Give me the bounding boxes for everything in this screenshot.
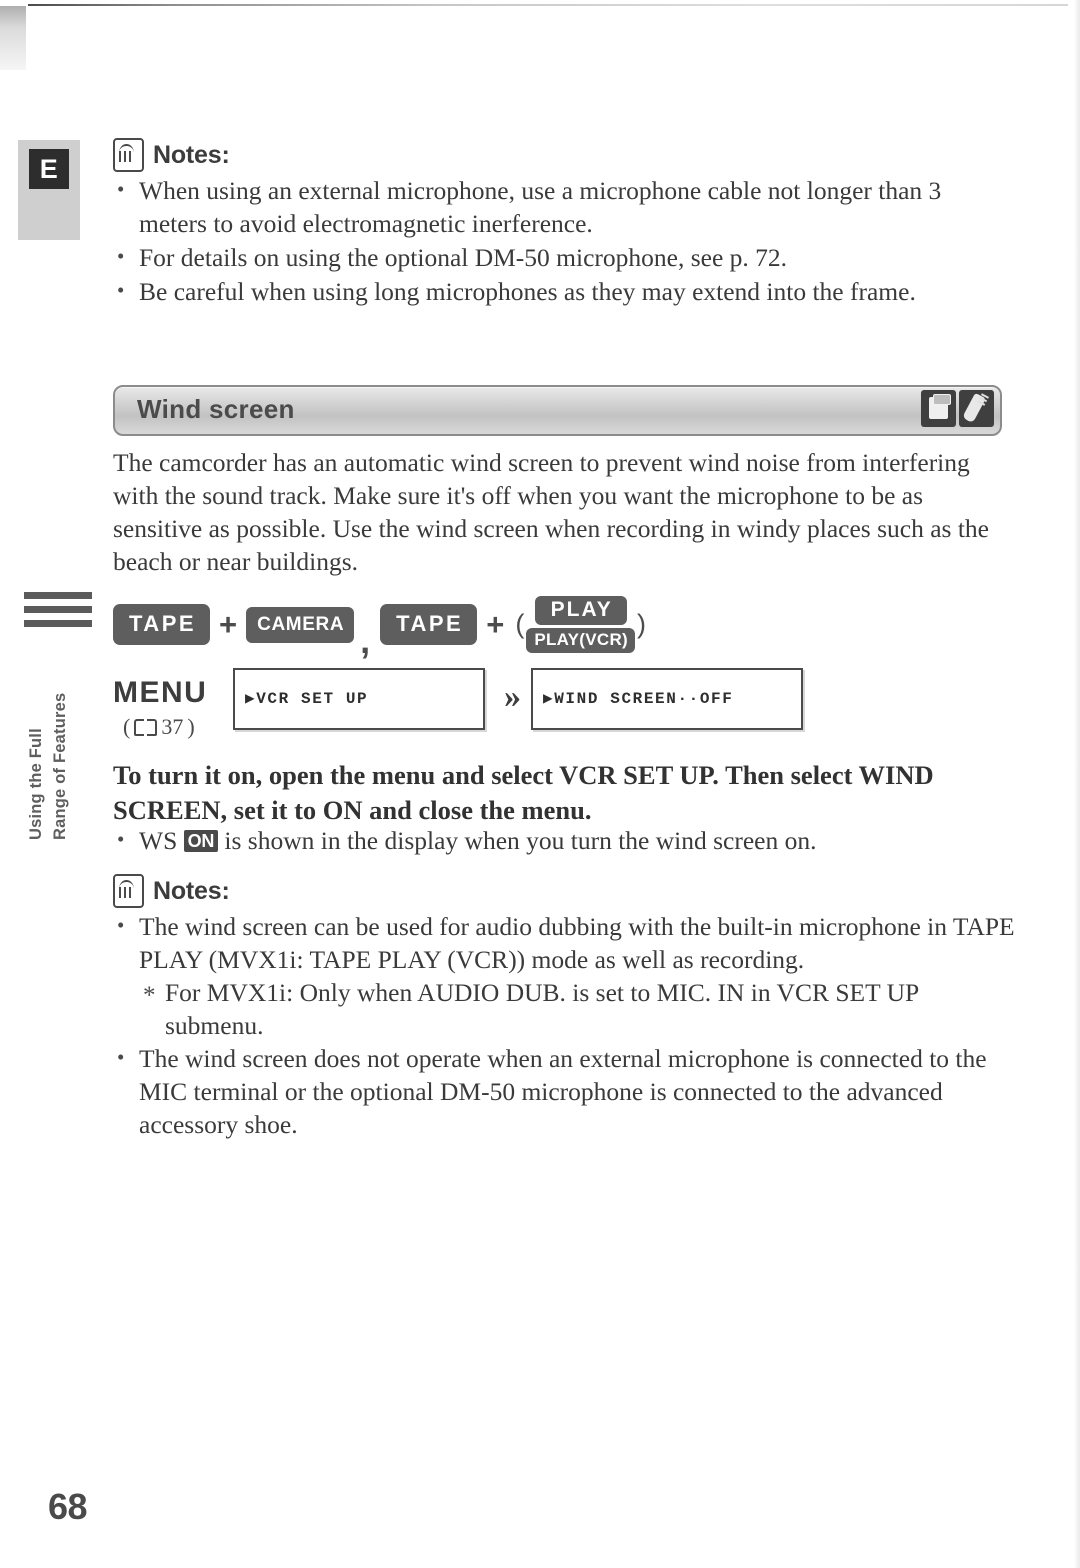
list-item: WS ON is shown in the display when you t… xyxy=(113,823,1013,857)
menu-label-group: MENU ( 37 ) xyxy=(113,668,233,740)
badge-separator-comma: , xyxy=(360,619,371,661)
ws-on-badge: ON xyxy=(183,830,219,852)
menu-page-reference: ( 37 ) xyxy=(113,714,233,740)
notes-bottom-list: The wind screen can be used for audio du… xyxy=(113,909,1018,1141)
ws-on-note: WS ON is shown in the display when you t… xyxy=(113,823,1013,858)
side-rule-1 xyxy=(24,592,92,599)
remote-wand-icon xyxy=(959,390,994,427)
mode-badge-row: TAPE + CAMERA , TAPE + ( PLAY PLAY(VCR) … xyxy=(113,596,648,661)
notes-bottom-heading: Notes: xyxy=(113,874,1018,908)
scan-top-edge-artifact xyxy=(28,4,1068,6)
section-header-bar: Wind screen xyxy=(113,385,1002,436)
list-item: Be careful when using long microphones a… xyxy=(113,274,1013,308)
flow-arrow-icon: » xyxy=(504,678,521,715)
badge-tape-1: TAPE xyxy=(113,604,211,645)
ws-prefix: WS xyxy=(139,826,178,855)
lcd-step-2-text: ▶WIND SCREEN··OFF xyxy=(543,690,734,708)
badge-play-vcr: PLAY(VCR) xyxy=(526,628,636,653)
paren-close: ) xyxy=(637,609,647,639)
book-icon xyxy=(134,718,158,736)
badge-tape-2: TAPE xyxy=(380,604,478,645)
memo-icon xyxy=(113,874,144,908)
notes-top-heading-label: Notes: xyxy=(153,140,230,169)
menu-button-label: MENU xyxy=(113,676,208,709)
badge-play-stack: PLAY PLAY(VCR) xyxy=(526,596,636,653)
lcd-step-1: ▶VCR SET UP xyxy=(233,668,485,730)
scan-right-edge-artifact xyxy=(1074,0,1080,1568)
notes-top-block: Notes: When using an external microphone… xyxy=(113,138,1013,309)
ws-on-note-list: WS ON is shown in the display when you t… xyxy=(113,823,1013,857)
badge-camera: CAMERA xyxy=(246,606,355,643)
list-item: For MVX1i: Only when AUDIO DUB. is set t… xyxy=(113,976,1018,1042)
menu-reference-page: 37 xyxy=(161,714,184,739)
side-rule-3 xyxy=(24,620,92,627)
list-item: For details on using the optional DM-50 … xyxy=(113,240,1013,274)
section-mode-icons xyxy=(921,390,994,427)
section-title: Wind screen xyxy=(137,394,295,424)
scan-left-edge-artifact xyxy=(0,6,26,70)
side-rule-2 xyxy=(24,606,92,613)
notes-top-heading: Notes: xyxy=(113,138,1013,172)
paren-close-ref: ) xyxy=(187,714,195,739)
language-badge: E xyxy=(29,149,69,189)
memo-icon xyxy=(113,138,144,172)
chapter-side-tab: Using the Full Range of Features xyxy=(26,640,90,840)
intro-paragraph: The camcorder has an automatic wind scre… xyxy=(113,448,989,576)
plus-sign-2: + xyxy=(486,607,505,642)
tape-camcorder-icon xyxy=(921,390,956,427)
notes-bottom-block: Notes: The wind screen can be used for a… xyxy=(113,874,1018,1141)
chapter-side-tab-line1: Using the Full xyxy=(27,728,45,840)
badge-play: PLAY xyxy=(534,596,627,625)
paren-open: ( xyxy=(515,609,525,639)
paren-open-ref: ( xyxy=(123,714,131,739)
menu-flow-row: MENU ( 37 ) ▶VCR SET UP » ▶WIND SCREEN··… xyxy=(113,668,803,740)
lcd-step-1-text: ▶VCR SET UP xyxy=(245,690,369,708)
ws-suffix: is shown in the display when you turn th… xyxy=(224,826,817,855)
lcd-step-2: ▶WIND SCREEN··OFF xyxy=(531,668,803,730)
notes-top-list: When using an external microphone, use a… xyxy=(113,173,1013,308)
list-item: The wind screen does not operate when an… xyxy=(113,1041,1018,1141)
chapter-side-tab-line2: Range of Features xyxy=(51,692,69,840)
notes-bottom-heading-label: Notes: xyxy=(153,876,230,905)
instruction-text: To turn it on, open the menu and select … xyxy=(113,760,934,825)
page-number: 68 xyxy=(48,1486,88,1527)
list-item: The wind screen can be used for audio du… xyxy=(113,909,1018,976)
list-item: When using an external microphone, use a… xyxy=(113,173,1013,240)
side-rule-marks xyxy=(24,592,92,634)
plus-sign-1: + xyxy=(219,607,238,642)
